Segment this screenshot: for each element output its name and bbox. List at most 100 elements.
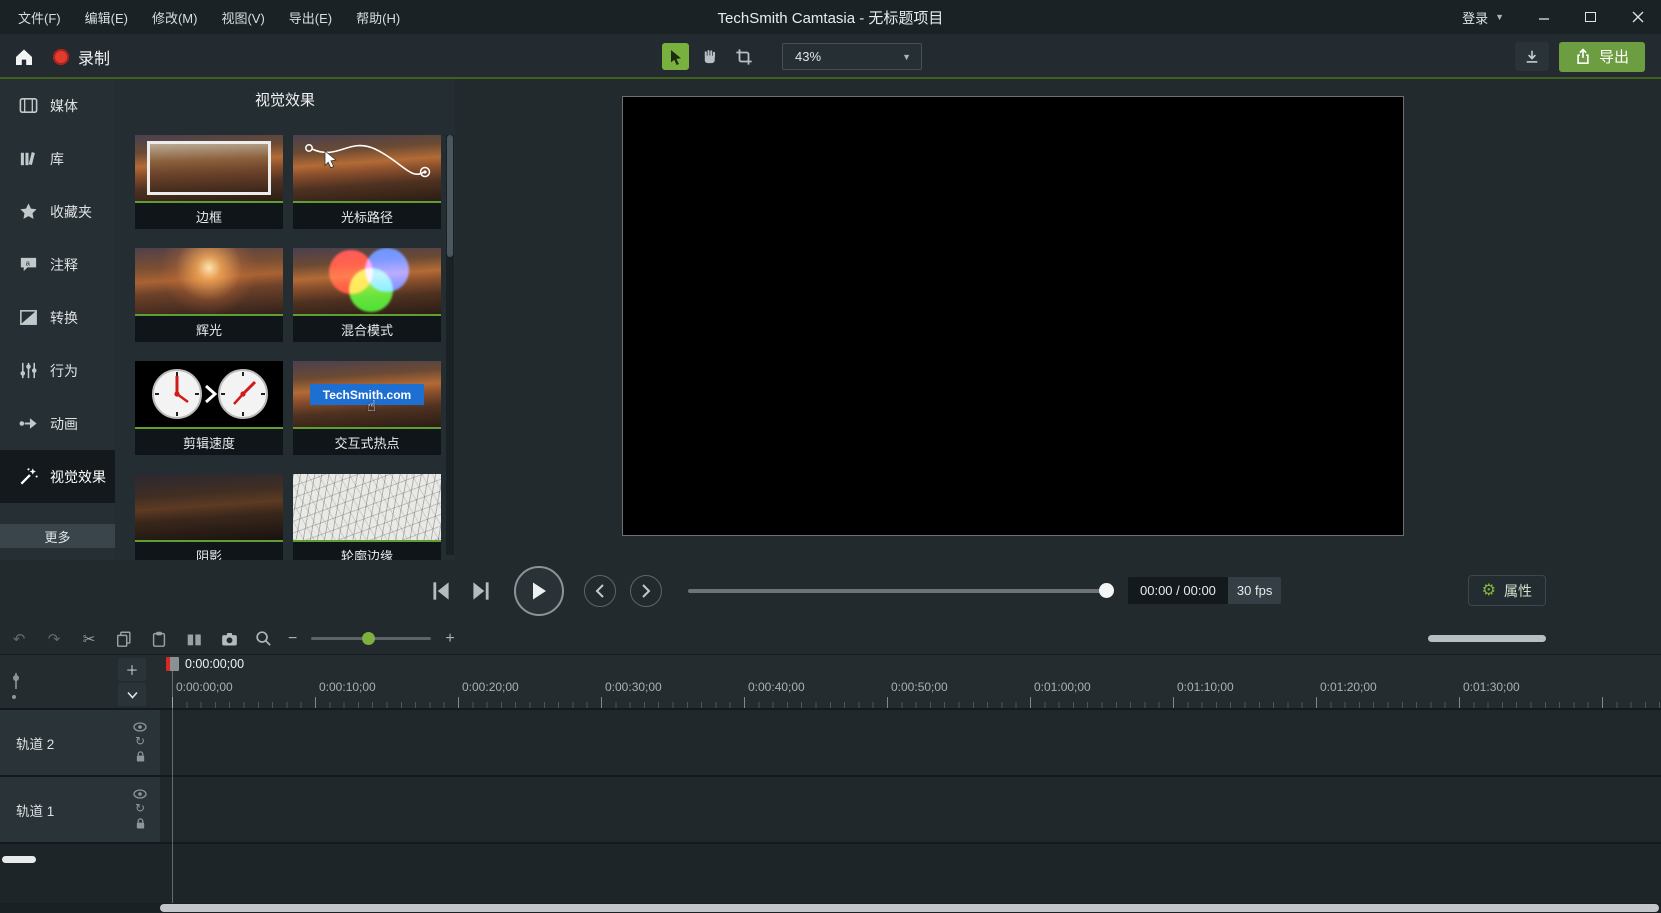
home-button[interactable] (10, 43, 37, 70)
panel-scrollbar-thumb[interactable] (447, 135, 453, 257)
sidebar-item-annotations[interactable]: a 注释 (0, 238, 115, 291)
export-button[interactable]: 导出 (1559, 42, 1645, 72)
properties-button[interactable]: ⚙ 属性 (1468, 575, 1546, 606)
track-height-slider-icon[interactable] (8, 671, 28, 701)
effect-tile-blend-mode[interactable]: 混合模式 (293, 248, 441, 342)
track-lane[interactable] (160, 710, 1661, 777)
zoom-in-button[interactable]: + (445, 630, 454, 648)
paste-button[interactable] (148, 628, 170, 650)
bottom-scrollbar-thumb[interactable] (160, 904, 1659, 912)
effect-tile-shadow[interactable]: 阴影 (135, 474, 283, 560)
cursor-tool-button[interactable] (662, 43, 689, 70)
playhead-line[interactable] (172, 671, 173, 903)
eye-icon[interactable] (133, 722, 147, 732)
seek-slider[interactable] (688, 589, 1112, 593)
zoom-out-button[interactable]: − (288, 630, 297, 648)
timeline-ruler[interactable]: 0:00:00;00 0:00:10;00 0:00:20;00 0:00:30… (160, 655, 1661, 710)
menu-modify[interactable]: 修改(M) (142, 4, 208, 31)
add-track-button[interactable]: ＋ (118, 658, 146, 681)
playhead-marker-icon[interactable] (166, 657, 179, 671)
effect-tile-cursor-path[interactable]: 光标路径 (293, 135, 441, 229)
split-button[interactable] (183, 628, 205, 650)
split-icon (185, 630, 203, 648)
effect-thumbnail (293, 474, 441, 540)
effect-thumbnail (135, 474, 283, 540)
tracks-scrollbar[interactable] (2, 856, 36, 863)
sidebar-item-behaviors[interactable]: 行为 (0, 344, 115, 397)
undo-button[interactable]: ↶ (8, 628, 30, 650)
sidebar-more-label: 更多 (44, 527, 70, 546)
playhead[interactable]: 0:00:00;00 (166, 657, 244, 671)
loop-icon[interactable]: ↻ (135, 735, 145, 747)
timeline-horizontal-scrollbar[interactable] (1428, 635, 1546, 642)
seek-slider-thumb[interactable] (1099, 583, 1114, 598)
sidebar-item-media[interactable]: 媒体 (0, 79, 115, 132)
callout-icon: a (18, 254, 39, 275)
canvas-zoom-dropdown[interactable]: 43% ▼ (782, 43, 922, 70)
bottom-scrollbar-track[interactable] (0, 903, 1661, 913)
effect-tile-clip-speed[interactable]: 剪辑速度 (135, 361, 283, 455)
visual-effects-panel: 视觉效果 边框 光标路径 辉光 (115, 79, 455, 560)
play-button[interactable] (514, 566, 564, 616)
previous-frame-button[interactable] (428, 579, 454, 603)
timeline-zoom-button[interactable] (252, 628, 274, 650)
effect-tile-outline-edges[interactable]: 轮廓边缘 (293, 474, 441, 560)
effect-tile-border[interactable]: 边框 (135, 135, 283, 229)
jump-back-button[interactable] (584, 575, 616, 607)
preview-canvas[interactable] (622, 96, 1404, 536)
canvas-zoom-value: 43% (783, 49, 902, 64)
timeline-zoom-thumb[interactable] (362, 632, 375, 645)
track-header[interactable]: 轨道 1 ↻ (0, 777, 160, 844)
effect-tile-glow[interactable]: 辉光 (135, 248, 283, 342)
loop-icon[interactable]: ↻ (135, 802, 145, 814)
sidebar-more-button[interactable]: 更多 (0, 524, 115, 548)
maximize-button[interactable] (1567, 0, 1614, 34)
redo-button[interactable]: ↷ (43, 628, 65, 650)
cut-button[interactable]: ✂ (78, 628, 100, 650)
effect-tile-interactive-hotspot[interactable]: TechSmith.com ☝ 交互式热点 (293, 361, 441, 455)
download-button[interactable] (1515, 42, 1549, 71)
collapse-tracks-button[interactable] (118, 683, 146, 706)
menu-help[interactable]: 帮助(H) (346, 4, 410, 31)
sidebar-item-transitions[interactable]: 转换 (0, 291, 115, 344)
next-frame-button[interactable] (468, 579, 494, 603)
timeline-empty-area[interactable] (0, 844, 1661, 903)
track-row: 轨道 1 ↻ (0, 777, 1661, 844)
ruler-label: 0:00:30;00 (605, 680, 662, 694)
sidebar-item-label: 动画 (50, 414, 78, 434)
ruler-label: 0:01:30;00 (1463, 680, 1520, 694)
close-icon (1632, 11, 1644, 23)
sidebar-item-animations[interactable]: 动画 (0, 397, 115, 450)
sidebar-item-library[interactable]: 库 (0, 132, 115, 185)
sidebar-item-label: 转换 (50, 308, 78, 328)
login-button[interactable]: 登录 ▼ (1446, 8, 1520, 27)
cursor-arrow-icon (325, 151, 336, 168)
menu-file[interactable]: 文件(F) (8, 4, 71, 31)
pan-tool-button[interactable] (696, 43, 723, 70)
record-button[interactable]: 录制 (53, 45, 110, 69)
copy-button[interactable] (113, 628, 135, 650)
track-lane[interactable] (160, 777, 1661, 844)
sidebar-item-visual-effects[interactable]: 视觉效果 (0, 450, 115, 503)
magic-wand-icon (18, 466, 39, 487)
lock-icon[interactable] (135, 817, 146, 830)
crop-tool-button[interactable] (730, 43, 757, 70)
cursor-path-graphic (293, 135, 441, 201)
eye-icon[interactable] (133, 789, 147, 799)
menu-export[interactable]: 导出(E) (279, 4, 342, 31)
track-header[interactable]: 轨道 2 ↻ (0, 710, 160, 777)
ruler-label: 0:00:10;00 (319, 680, 376, 694)
menu-edit[interactable]: 编辑(E) (75, 4, 138, 31)
snapshot-button[interactable] (218, 628, 240, 650)
login-label: 登录 (1462, 8, 1488, 27)
close-button[interactable] (1614, 0, 1661, 34)
sidebar-item-favorites[interactable]: 收藏夹 (0, 185, 115, 238)
minimize-button[interactable] (1520, 0, 1567, 34)
lock-icon[interactable] (135, 750, 146, 763)
panel-scrollbar-track[interactable] (446, 135, 454, 555)
timeline-zoom-slider[interactable] (311, 637, 431, 640)
menu-view[interactable]: 视图(V) (211, 4, 274, 31)
crop-icon (735, 48, 753, 66)
clip-speed-graphic (135, 361, 283, 427)
jump-forward-button[interactable] (630, 575, 662, 607)
